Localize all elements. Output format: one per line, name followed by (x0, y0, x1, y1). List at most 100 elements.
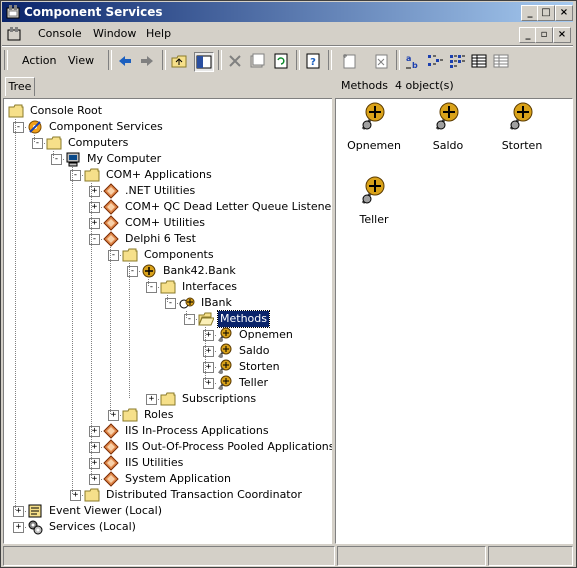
disabled-tool-icon[interactable] (372, 52, 390, 70)
large-icons-view-icon[interactable]: ab (404, 52, 422, 70)
tree-connector (80, 175, 84, 176)
mdi-close-button[interactable]: × (553, 27, 571, 43)
method-item[interactable]: Opnemen (339, 101, 409, 152)
tree-pane[interactable]: Console Root Component Services - Computers… (3, 98, 337, 544)
results-pane[interactable]: Opnemen Saldo Storten Teller (335, 98, 573, 544)
tree-guide-line (205, 327, 206, 383)
tree-node-label[interactable]: Saldo (237, 343, 272, 359)
tree-guide-line (15, 119, 16, 511)
tree-connector (156, 287, 160, 288)
method-item-label: Teller (359, 213, 389, 226)
tree-node-label[interactable]: Distributed Transaction Coordinator (104, 487, 304, 503)
results-header: Methods 4 object(s) (335, 77, 573, 94)
method-item[interactable]: Storten (487, 101, 557, 152)
tree-connector (23, 511, 27, 512)
view-menu[interactable]: View (68, 54, 94, 67)
toolbar-grip (4, 50, 8, 70)
small-icons-view-icon[interactable] (426, 52, 444, 70)
tree-connector (99, 223, 103, 224)
tree-node-label[interactable]: Opnemen (237, 327, 295, 343)
tree-guide-line (129, 263, 130, 399)
tree-node-label[interactable]: Storten (237, 359, 282, 375)
folder-icon (160, 392, 176, 406)
tree-node-label[interactable]: IBank (199, 295, 234, 311)
tree-node-label[interactable]: Subscriptions (180, 391, 258, 407)
menu-help[interactable]: Help (146, 27, 171, 40)
method-item[interactable]: Teller (339, 175, 409, 226)
tree-node-label[interactable]: .NET Utilities (123, 183, 197, 199)
tree-node-label[interactable]: IIS In-Process Applications (123, 423, 271, 439)
new-object-icon[interactable] (340, 52, 358, 70)
action-menu[interactable]: Action (22, 54, 56, 67)
component-services-icon (28, 120, 42, 134)
tree-node-label[interactable]: Components (142, 247, 216, 263)
method-item[interactable]: Saldo (413, 101, 483, 152)
tree-node-label[interactable]: System Application (123, 471, 233, 487)
folder-icon (160, 280, 176, 294)
forward-icon[interactable] (138, 52, 156, 70)
tree-node-label[interactable]: Computers (66, 135, 130, 151)
folder-open-icon (198, 312, 214, 326)
back-icon[interactable] (116, 52, 134, 70)
delete-icon[interactable] (226, 52, 244, 70)
up-one-level-icon[interactable] (170, 52, 188, 70)
menu-console[interactable]: Console (38, 27, 82, 40)
method-item-label: Storten (501, 139, 543, 152)
svg-text:a: a (406, 54, 411, 63)
tree-guide-line (53, 151, 54, 159)
help-icon[interactable]: ? (304, 52, 322, 70)
toolbar-separator (396, 50, 400, 70)
properties-icon[interactable] (248, 52, 266, 70)
tree-node-label[interactable]: IIS Utilities (123, 455, 185, 471)
svg-text:b: b (412, 61, 418, 70)
tree-connector (80, 495, 84, 496)
tree-connector (23, 127, 27, 128)
application-icon (103, 471, 119, 487)
tree-node-label[interactable]: Event Viewer (Local) (47, 503, 164, 519)
title-bar[interactable]: Component Services _ □ × (2, 2, 573, 22)
tree-connector (137, 271, 141, 272)
toolbar: Action View ? ab (2, 47, 573, 74)
menu-window[interactable]: Window (93, 27, 136, 40)
pane-splitter[interactable] (332, 76, 335, 544)
mdi-restore-button[interactable]: ▫ (535, 27, 553, 43)
refresh-icon[interactable] (272, 52, 290, 70)
tree-node-label[interactable]: Component Services (47, 119, 165, 135)
tree-node-label[interactable]: Bank42.Bank (161, 263, 238, 279)
method-icon (218, 359, 232, 374)
tree-guide-line (148, 279, 149, 287)
tree-guide-line (167, 295, 168, 303)
status-view-icon[interactable] (492, 52, 510, 70)
folder-icon (84, 168, 100, 182)
tree-node-label[interactable]: COM+ Applications (104, 167, 214, 183)
list-view-icon[interactable] (448, 52, 466, 70)
method-item-label: Saldo (432, 139, 464, 152)
window-title: Component Services (24, 5, 163, 19)
tab-tree[interactable]: Tree (5, 77, 35, 96)
tree-node-label[interactable]: Roles (142, 407, 175, 423)
tree-connector (213, 351, 217, 352)
show-hide-tree-icon[interactable] (194, 52, 214, 72)
tree-node-label[interactable]: Delphi 6 Test (123, 231, 198, 247)
toolbar-separator (162, 50, 166, 70)
computer-icon (66, 152, 80, 167)
application-icon (103, 199, 119, 215)
tree-node-label[interactable]: My Computer (85, 151, 163, 167)
method-icon (435, 102, 459, 130)
tree-node-label[interactable]: COM+ Utilities (123, 215, 207, 231)
tree-node-label[interactable]: Methods (217, 310, 270, 328)
folder-icon (122, 248, 138, 262)
tree-node-label[interactable]: COM+ QC Dead Letter Queue Listener (123, 199, 338, 215)
tree-connector (99, 191, 103, 192)
tree-node-label[interactable]: IIS Out-Of-Process Pooled Applications (123, 439, 337, 455)
tree-connector (213, 335, 217, 336)
toolbar-separator (108, 50, 112, 70)
status-panel-right (488, 546, 573, 566)
maximize-button[interactable]: □ (537, 5, 555, 21)
close-button[interactable]: × (555, 5, 573, 21)
tree-node-label[interactable]: Services (Local) (47, 519, 138, 535)
tree-node-label[interactable]: Interfaces (180, 279, 239, 295)
tree-node-label[interactable]: Console Root (28, 103, 104, 119)
detail-view-icon[interactable] (470, 52, 488, 70)
tree-node-label[interactable]: Teller (237, 375, 270, 391)
